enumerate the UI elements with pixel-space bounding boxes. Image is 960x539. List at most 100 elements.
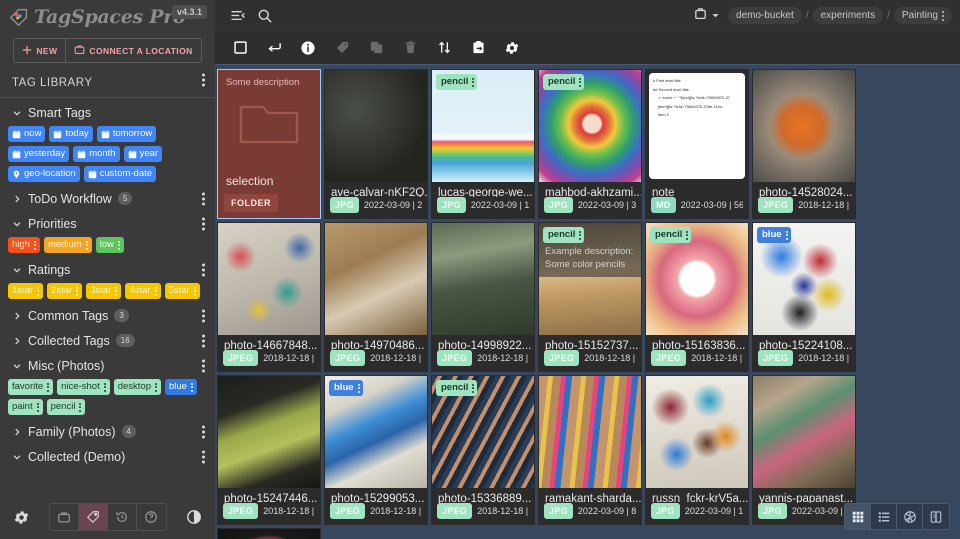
tag-icon[interactable] xyxy=(327,34,357,62)
tag-chip-yesterday[interactable]: yesterday xyxy=(8,146,69,162)
grid-item[interactable]: photo-14970486...JPEG2018-12-18 | 59 xyxy=(324,222,428,372)
grid-item-thumbnail[interactable] xyxy=(325,223,427,335)
grid-item-thumbnail[interactable] xyxy=(432,223,534,335)
grid-item-thumbnail[interactable] xyxy=(325,70,427,182)
grid-item[interactable]: photo-14528024...JPEG2018-12-18 | 55 xyxy=(752,69,856,219)
tag-group-priorities[interactable]: Priorities xyxy=(0,211,215,236)
grid-item-thumbnail[interactable] xyxy=(753,376,855,488)
grid-item-thumbnail[interactable] xyxy=(539,376,641,488)
grid-item-folder[interactable]: Some descriptionselectionFOLDER xyxy=(217,69,321,219)
file-grid-container[interactable]: Some descriptionselectionFOLDERave-calva… xyxy=(215,65,960,539)
tag-group-todo-workflow[interactable]: ToDo Workflow5 xyxy=(0,186,215,211)
kebab-menu-icon[interactable] xyxy=(191,383,193,392)
kebab-menu-icon[interactable] xyxy=(786,231,788,240)
kebab-menu-icon[interactable] xyxy=(358,384,360,393)
grid-view-icon[interactable] xyxy=(845,504,871,529)
delete-icon[interactable] xyxy=(395,34,425,62)
book-view-icon[interactable] xyxy=(923,504,949,529)
navigate-back-icon[interactable] xyxy=(259,34,289,62)
tag-group-family-photos[interactable]: Family (Photos)4 xyxy=(0,419,215,444)
aperture-view-icon[interactable] xyxy=(897,504,923,529)
kebab-menu-icon[interactable] xyxy=(37,287,39,296)
select-all-icon[interactable] xyxy=(225,34,255,62)
kebab-menu-icon[interactable] xyxy=(686,231,688,240)
tag-chip-paint[interactable]: paint xyxy=(8,399,43,415)
grid-item[interactable]: pencilmahbod-akhzami...JPG2022-03-09 | 3… xyxy=(538,69,642,219)
info-icon[interactable] xyxy=(293,34,323,62)
grid-item-thumbnail[interactable]: pencil xyxy=(432,376,534,488)
tag-chip-3star[interactable]: 3star xyxy=(86,283,121,299)
grid-item[interactable]: photo-15247446...JPEG2018-12-18 | 38 xyxy=(217,375,321,525)
tag-group-menu-icon[interactable] xyxy=(202,334,205,347)
kebab-menu-icon[interactable] xyxy=(579,231,581,240)
grid-item[interactable]: ave-calvar-nKF2Q...JPG2022-03-09 | 2.5 xyxy=(324,69,428,219)
history-icon[interactable] xyxy=(108,504,137,530)
new-button[interactable]: NEW xyxy=(13,38,65,63)
tag-chip-favorite[interactable]: favorite xyxy=(8,379,53,395)
grid-item-thumbnail[interactable]: pencil xyxy=(646,223,748,335)
tag-group-smart-tags[interactable]: Smart Tags xyxy=(0,100,215,125)
grid-item-tag-blue[interactable]: blue xyxy=(329,380,363,396)
tag-chip-blue[interactable]: blue xyxy=(165,379,197,395)
tag-chip-desktop[interactable]: desktop xyxy=(114,379,161,395)
sort-icon[interactable] xyxy=(429,34,459,62)
grid-item-thumbnail[interactable]: pencil xyxy=(432,70,534,182)
grid-item[interactable]: photo-14998922...JPEG2018-12-18 | 40 xyxy=(431,222,535,372)
grid-item-tag-pencil[interactable]: pencil xyxy=(436,74,477,90)
kebab-menu-icon[interactable] xyxy=(86,241,88,250)
breadcrumb-item-2[interactable]: Painting xyxy=(894,7,952,24)
tag-icon[interactable] xyxy=(79,504,108,530)
tag-chip-year[interactable]: year xyxy=(124,146,162,162)
grid-item[interactable]: ramakant-sharda...JPG2022-03-09 | 80 xyxy=(538,375,642,525)
grid-item-tag-pencil[interactable]: pencil xyxy=(650,227,691,243)
grid-item[interactable]: russn_fckr-krV5a...JPG2022-03-09 | 1.1 xyxy=(645,375,749,525)
grid-item[interactable]: pencillucas-george-we...JPG2022-03-09 | … xyxy=(431,69,535,219)
tag-chip-custom-date[interactable]: custom-date xyxy=(84,166,156,182)
kebab-menu-icon[interactable] xyxy=(194,287,196,296)
grid-item[interactable]: yfriansyah-F79gX...JPG2022-03-09 | 1.1 xyxy=(217,528,321,539)
tag-chip-2star[interactable]: 2star xyxy=(47,283,82,299)
bucket-selector-button[interactable] xyxy=(693,6,720,26)
grid-item-thumbnail[interactable] xyxy=(646,376,748,488)
grid-item-thumbnail[interactable]: blue xyxy=(753,223,855,335)
list-view-icon[interactable] xyxy=(871,504,897,529)
briefcase-icon[interactable] xyxy=(50,504,79,530)
grid-item-tag-pencil[interactable]: pencil xyxy=(543,227,584,243)
kebab-menu-icon[interactable] xyxy=(47,383,49,392)
copy-icon[interactable] xyxy=(361,34,391,62)
kebab-menu-icon[interactable] xyxy=(76,287,78,296)
search-icon[interactable] xyxy=(251,2,279,30)
tag-library-menu-icon[interactable] xyxy=(202,74,205,87)
tag-chip-5star[interactable]: 5star xyxy=(165,283,200,299)
grid-item-thumbnail[interactable]: Example description: Some color pencilsp… xyxy=(539,223,641,335)
settings-icon[interactable] xyxy=(8,509,34,526)
kebab-menu-icon[interactable] xyxy=(79,403,81,412)
grid-item-tag-pencil[interactable]: pencil xyxy=(543,74,584,90)
tag-chip-1star[interactable]: 1star xyxy=(8,283,43,299)
tag-chip-nice-shot[interactable]: nice-shot xyxy=(57,379,110,395)
tag-group-menu-icon[interactable] xyxy=(202,425,205,438)
grid-item[interactable]: yannis-papanast...JPG2022-03-09 | 2.8 xyxy=(752,375,856,525)
grid-item-tag-pencil[interactable]: pencil xyxy=(436,380,477,396)
tag-chip-geo-location[interactable]: geo-location xyxy=(8,166,80,182)
tag-chip-pencil[interactable]: pencil xyxy=(47,399,86,415)
grid-item[interactable]: bluephoto-15299053...JPEG2018-12-18 | 54 xyxy=(324,375,428,525)
tag-group-ratings[interactable]: Ratings xyxy=(0,257,215,282)
kebab-menu-icon[interactable] xyxy=(115,287,117,296)
tag-group-common-tags[interactable]: Common Tags3 xyxy=(0,303,215,328)
breadcrumb-item-0[interactable]: demo-bucket xyxy=(728,7,802,24)
grid-item[interactable]: pencilphoto-15336889...JPEG2018-12-18 | … xyxy=(431,375,535,525)
kebab-menu-icon[interactable] xyxy=(155,287,157,296)
paste-icon[interactable] xyxy=(463,34,493,62)
tag-group-menu-icon[interactable] xyxy=(202,217,205,230)
tag-chip-today[interactable]: today xyxy=(49,126,92,142)
tag-chip-high[interactable]: high xyxy=(8,237,40,253)
tag-group-collected-tags[interactable]: Collected Tags16 xyxy=(0,328,215,353)
tag-group-menu-icon[interactable] xyxy=(202,263,205,276)
grid-item-tag-blue[interactable]: blue xyxy=(757,227,791,243)
tag-group-menu-icon[interactable] xyxy=(202,192,205,205)
kebab-menu-icon[interactable] xyxy=(34,241,36,250)
connect-location-button[interactable]: CONNECT A LOCATION xyxy=(65,38,201,63)
hamburger-collapse-icon[interactable] xyxy=(223,2,251,30)
grid-item[interactable]: Example description: Some color pencilsp… xyxy=(538,222,642,372)
